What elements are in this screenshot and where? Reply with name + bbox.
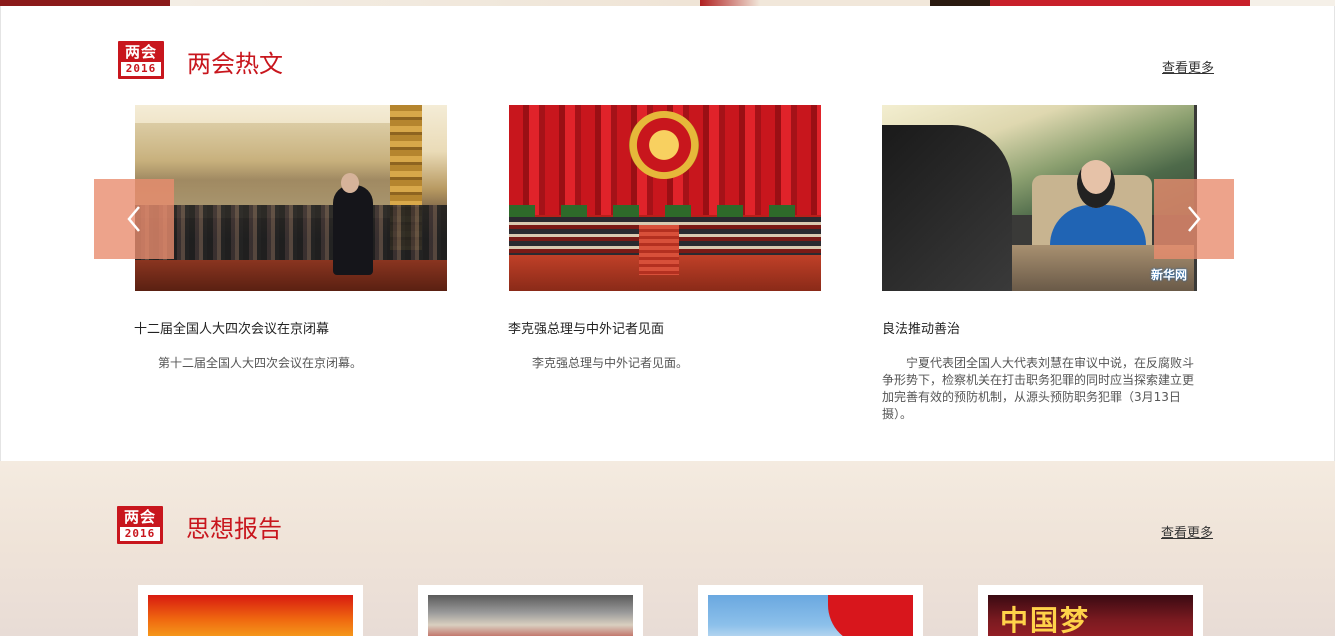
article-image-3[interactable]: 新华网	[882, 105, 1197, 291]
xinhua-watermark: 新华网	[1150, 268, 1187, 282]
report-image-4[interactable]: 中国梦	[988, 595, 1193, 636]
chevron-left-icon	[127, 206, 140, 232]
article-desc-3: 宁夏代表团全国人大代表刘慧在审议中说，在反腐败斗争形势下，检察机关在打击职务犯罪…	[882, 356, 1195, 421]
badge-year: 2016	[120, 527, 160, 541]
report-card-4[interactable]: 中国梦	[978, 585, 1203, 636]
article-desc-1: 第十二届全国人大四次会议在京闭幕。	[158, 356, 363, 370]
article-title-1[interactable]: 十二届全国人大四次会议在京闭幕	[134, 318, 329, 337]
report-image-1[interactable]	[148, 595, 353, 636]
report-image-3[interactable]	[708, 595, 913, 636]
view-more-link[interactable]: 查看更多	[1161, 522, 1213, 541]
thought-report-section: 两会 2016 思想报告 查看更多 中国梦	[0, 461, 1335, 636]
report-card-2[interactable]	[418, 585, 643, 636]
article-desc-2: 李克强总理与中外记者见面。	[532, 356, 689, 370]
carousel-next-button[interactable]	[1154, 179, 1234, 259]
section-title: 思想报告	[186, 515, 282, 543]
report-image-2[interactable]	[428, 595, 633, 636]
badge-label: 两会	[124, 43, 157, 61]
article-image-1[interactable]	[135, 105, 447, 291]
article-title-3[interactable]: 良法推动善治	[882, 318, 960, 337]
article-title-2[interactable]: 李克强总理与中外记者见面	[508, 318, 664, 337]
chevron-right-icon	[1188, 206, 1201, 232]
badge-label: 两会	[123, 508, 156, 526]
report-card-1[interactable]	[138, 585, 363, 636]
china-dream-text: 中国梦	[1000, 604, 1091, 636]
lianghui-2016-badge: 两会 2016	[118, 41, 164, 79]
report-card-3[interactable]	[698, 585, 923, 636]
badge-year: 2016	[121, 62, 161, 76]
section-title: 两会热文	[187, 50, 283, 78]
carousel-prev-button[interactable]	[94, 179, 174, 259]
view-more-link[interactable]: 查看更多	[1162, 57, 1214, 76]
article-image-2[interactable]	[509, 105, 821, 291]
hot-articles-section: 两会 2016 两会热文 查看更多 十二届全国人大四次会议在京闭幕 第十二届全国…	[0, 6, 1335, 461]
lianghui-2016-badge: 两会 2016	[117, 506, 163, 544]
